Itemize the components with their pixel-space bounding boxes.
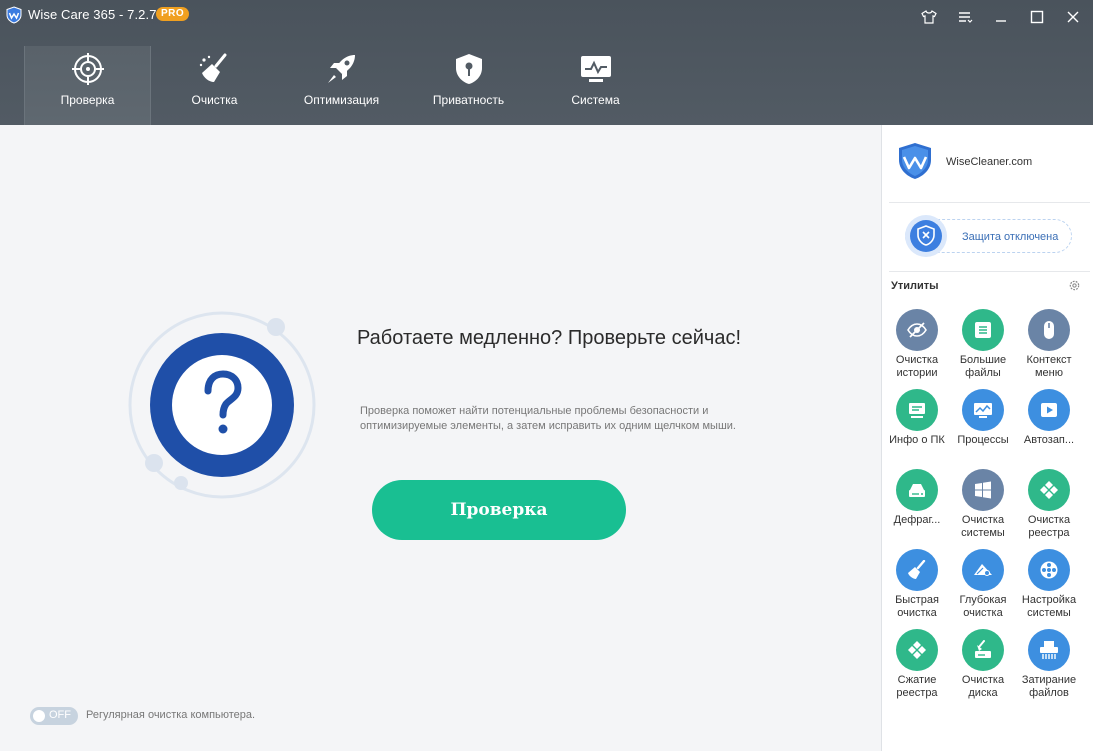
rocket-icon [327,55,355,83]
maximize-icon[interactable] [1025,6,1049,28]
tool-pc-info[interactable]: Инфо о ПК [884,389,950,447]
tool-label: Дефраг... [893,514,941,526]
divider [889,271,1090,272]
tool-defrag[interactable]: Дефраг... [884,469,950,527]
tab-cleanup-label: Очистка [191,93,238,107]
tool-registry-cleanup[interactable]: Очистка реестра [1016,469,1082,540]
tool-deep-clean[interactable]: Глубокая очистка [950,549,1016,620]
tab-optimization[interactable]: Оптимизация [278,46,405,125]
tool-file-shredder[interactable]: Затирание файлов [1016,629,1082,700]
monitor-icon [580,56,611,82]
tab-cleanup[interactable]: Очистка [151,46,278,125]
headline: Работаете медленно? Проверьте сейчас! [357,327,741,349]
shredder-icon [1028,629,1070,671]
protection-status-text: Защита отключена [962,231,1059,243]
tab-system[interactable]: Система [532,46,659,125]
title-bar: Wise Care 365 - 7.2.7 PRO [0,0,1093,34]
tab-check-label: Проверка [60,93,115,107]
wisecleaner-logo-icon [899,143,931,179]
mouse-icon [1028,309,1070,351]
disk-clean-icon [962,629,1004,671]
list-icon [962,309,1004,351]
toggle-state: OFF [49,709,71,721]
autostart-icon [1028,389,1070,431]
tab-optimization-label: Оптимизация [303,93,380,107]
target-icon [71,53,104,85]
tool-label: Быстрая очистка [895,594,939,619]
registry-compress-icon [896,629,938,671]
schedule-toggle[interactable]: OFF [30,707,78,725]
tool-label: Глубокая очистка [959,594,1007,619]
tool-label: Инфо о ПК [889,434,945,446]
shield-off-icon [905,215,947,257]
tool-system-tune[interactable]: Настройка системы [1016,549,1082,620]
tool-label: Затирание файлов [1021,674,1077,699]
toggle-knob [33,710,45,722]
tool-registry-compress[interactable]: Сжатие реестра [884,629,950,700]
tool-large-files[interactable]: Большие файлы [950,309,1016,380]
tool-label: Очистка диска [961,674,1005,699]
shield-lock-icon [455,54,482,84]
schedule-label: Регулярная очистка компьютера. [86,709,256,721]
skin-shirt-icon[interactable] [917,6,941,28]
scan-description: Проверка поможет найти потенциальные про… [360,405,736,432]
tab-privacy-label: Приватность [432,93,505,107]
tool-label: Контекст меню [1026,354,1072,379]
tool-processes[interactable]: Процессы [950,389,1016,447]
question-ring-icon [128,311,316,499]
app-title: Wise Care 365 - 7.2.7 [28,7,157,22]
tool-label: Процессы [957,434,1009,446]
tool-label: Сжатие реестра [896,674,938,699]
pro-badge: PRO [156,7,190,21]
scan-button[interactable]: Проверка [372,480,626,540]
top-bar: Wise Care 365 - 7.2.7 PRO Проверка Очист… [0,0,1093,125]
system-tune-icon [1028,549,1070,591]
tool-label: Очистка реестра [1027,514,1071,539]
tool-label: Автозап... [1023,434,1075,446]
quick-clean-icon [896,549,938,591]
tab-system-label: Система [571,93,620,107]
broom-icon [199,53,226,82]
tool-label: Очистка истории [895,354,939,379]
tool-label: Очистка системы [961,514,1005,539]
tool-quick-clean[interactable]: Быстрая очистка [884,549,950,620]
tool-system-cleanup[interactable]: Очистка системы [950,469,1016,540]
tool-label: Большие файлы [959,354,1007,379]
tool-context-menu[interactable]: Контекст меню [1016,309,1082,380]
tab-privacy[interactable]: Приватность [405,46,532,125]
tool-label: Настройка системы [1021,594,1077,619]
tool-autostart[interactable]: Автозап... [1016,389,1082,447]
gear-icon[interactable] [1068,279,1081,292]
process-chart-icon [962,389,1004,431]
utilities-title: Утилиты [891,280,939,292]
brand-name: WiseCleaner.com [946,156,1033,168]
pc-info-icon [896,389,938,431]
main-nav: Проверка Очистка Оптимизация Приватность… [24,46,659,125]
eye-off-icon [896,309,938,351]
deep-clean-icon [962,549,1004,591]
tool-history-cleaner[interactable]: Очистка истории [884,309,950,380]
divider [889,202,1090,203]
minimize-icon[interactable] [989,6,1013,28]
wise-care-logo-icon [6,6,22,24]
defrag-icon [896,469,938,511]
windows-icon [962,469,1004,511]
registry-icon [1028,469,1070,511]
tab-check[interactable]: Проверка [24,46,151,125]
tool-disk-clean[interactable]: Очистка диска [950,629,1016,700]
close-icon[interactable] [1061,6,1085,28]
menu-icon[interactable] [953,6,977,28]
